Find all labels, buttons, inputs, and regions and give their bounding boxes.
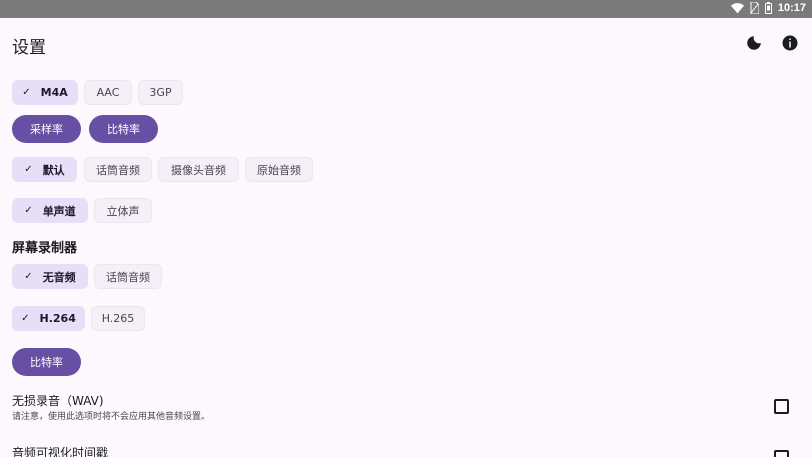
status-time: 10:17	[777, 2, 806, 14]
lossless-description: 请注意，使用此选项时将不会应用其他音频设置。	[12, 412, 211, 422]
chip-codec-h264[interactable]: ✓ H.264	[12, 306, 85, 331]
check-icon: ✓	[24, 205, 33, 216]
check-icon: ✓	[24, 271, 33, 282]
chip-format-m4a[interactable]: ✓ M4A	[12, 80, 78, 105]
status-bar: 10:17	[0, 0, 812, 18]
check-icon: ✓	[24, 164, 33, 175]
dark-mode-button[interactable]	[744, 33, 764, 53]
settings-list[interactable]: · · · · · ✓ M4A AAC 3GP 采样率 比特率 ✓ 默认 话筒音…	[0, 68, 812, 457]
lossless-title: 无损录音（WAV)	[12, 394, 104, 408]
chip-channel-stereo[interactable]: 立体声	[94, 198, 152, 223]
visual-timestamp-title: 音频可视化时间戳	[12, 446, 109, 457]
sample-rate-button[interactable]: 采样率	[12, 115, 81, 143]
moon-icon	[747, 36, 761, 50]
battery-icon	[764, 2, 772, 14]
hidden-header-fragment: · · · · ·	[12, 68, 41, 73]
app-bar: 设置	[0, 18, 812, 68]
chip-source-camera[interactable]: 摄像头音频	[158, 157, 239, 182]
page-title: 设置	[12, 38, 46, 58]
about-button[interactable]	[780, 33, 800, 53]
check-icon: ✓	[21, 313, 30, 324]
chip-format-3gp[interactable]: 3GP	[138, 80, 183, 105]
chip-source-raw[interactable]: 原始音频	[245, 157, 313, 182]
chip-recorder-mic-audio[interactable]: 话筒音频	[94, 264, 162, 289]
check-icon: ✓	[22, 87, 31, 98]
info-icon	[782, 35, 798, 51]
chip-source-default[interactable]: ✓ 默认	[12, 157, 77, 182]
wifi-icon	[730, 2, 744, 13]
lossless-checkbox[interactable]	[774, 399, 789, 414]
chip-recorder-no-audio[interactable]: ✓ 无音频	[12, 264, 88, 289]
no-sim-icon	[750, 2, 759, 14]
chip-source-mic[interactable]: 话筒音频	[84, 157, 152, 182]
chip-format-aac[interactable]: AAC	[84, 80, 132, 105]
visual-timestamp-checkbox[interactable]	[774, 450, 789, 457]
chip-channel-mono[interactable]: ✓ 单声道	[12, 198, 88, 223]
recorder-bitrate-button[interactable]: 比特率	[12, 348, 81, 376]
section-title-screen-recorder: 屏幕录制器	[12, 241, 78, 256]
bitrate-button[interactable]: 比特率	[89, 115, 158, 143]
chip-codec-h265[interactable]: H.265	[91, 306, 145, 331]
